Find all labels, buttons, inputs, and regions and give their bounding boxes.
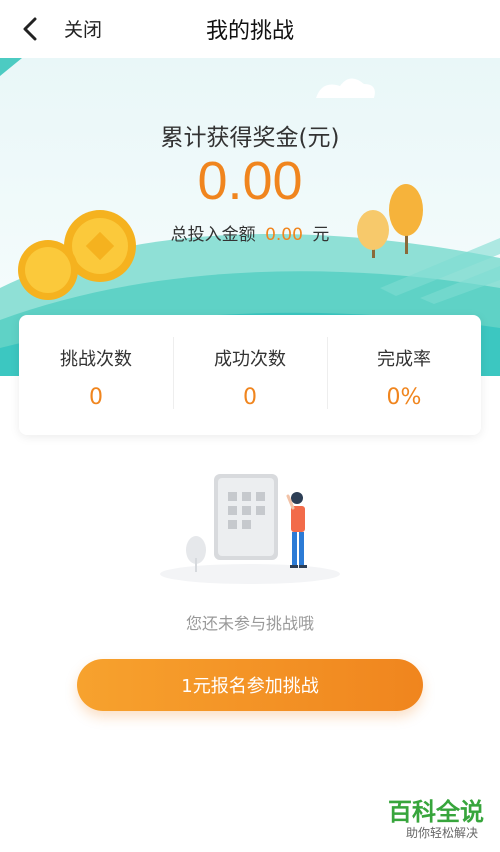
- watermark-subtitle: 助你轻松解决: [405, 826, 478, 840]
- stat-label: 成功次数: [214, 349, 286, 370]
- page-title: 我的挑战: [205, 19, 294, 44]
- invest-unit: 元: [312, 225, 330, 245]
- watermark-title: 百科全说: [388, 799, 484, 826]
- stat-value: 0: [243, 385, 257, 410]
- stat-challenges: 挑战次数 0: [19, 315, 173, 435]
- stat-value: 0: [89, 385, 103, 410]
- person-with-phone-illustration: [160, 474, 340, 584]
- invest-label: 总投入金额: [170, 225, 256, 245]
- stats-card: 挑战次数 0 成功次数 0 完成率 0%: [19, 315, 481, 435]
- stat-completion-rate: 完成率 0%: [327, 315, 481, 435]
- empty-state-message: 您还未参与挑战哦: [185, 614, 314, 633]
- stat-successes: 成功次数 0: [173, 315, 327, 435]
- prize-value: 0.00: [197, 151, 303, 211]
- stat-label: 挑战次数: [60, 349, 132, 370]
- invest-amount: 0.00: [265, 225, 303, 245]
- nav-bar: 关闭 我的挑战: [0, 0, 500, 58]
- invest-summary: 总投入金额 0.00 元: [0, 220, 500, 245]
- join-challenge-button[interactable]: 1元报名参加挑战: [77, 659, 423, 711]
- stat-label: 完成率: [377, 349, 431, 370]
- stat-value: 0%: [386, 385, 422, 410]
- prize-label: 累计获得奖金(元): [160, 125, 340, 151]
